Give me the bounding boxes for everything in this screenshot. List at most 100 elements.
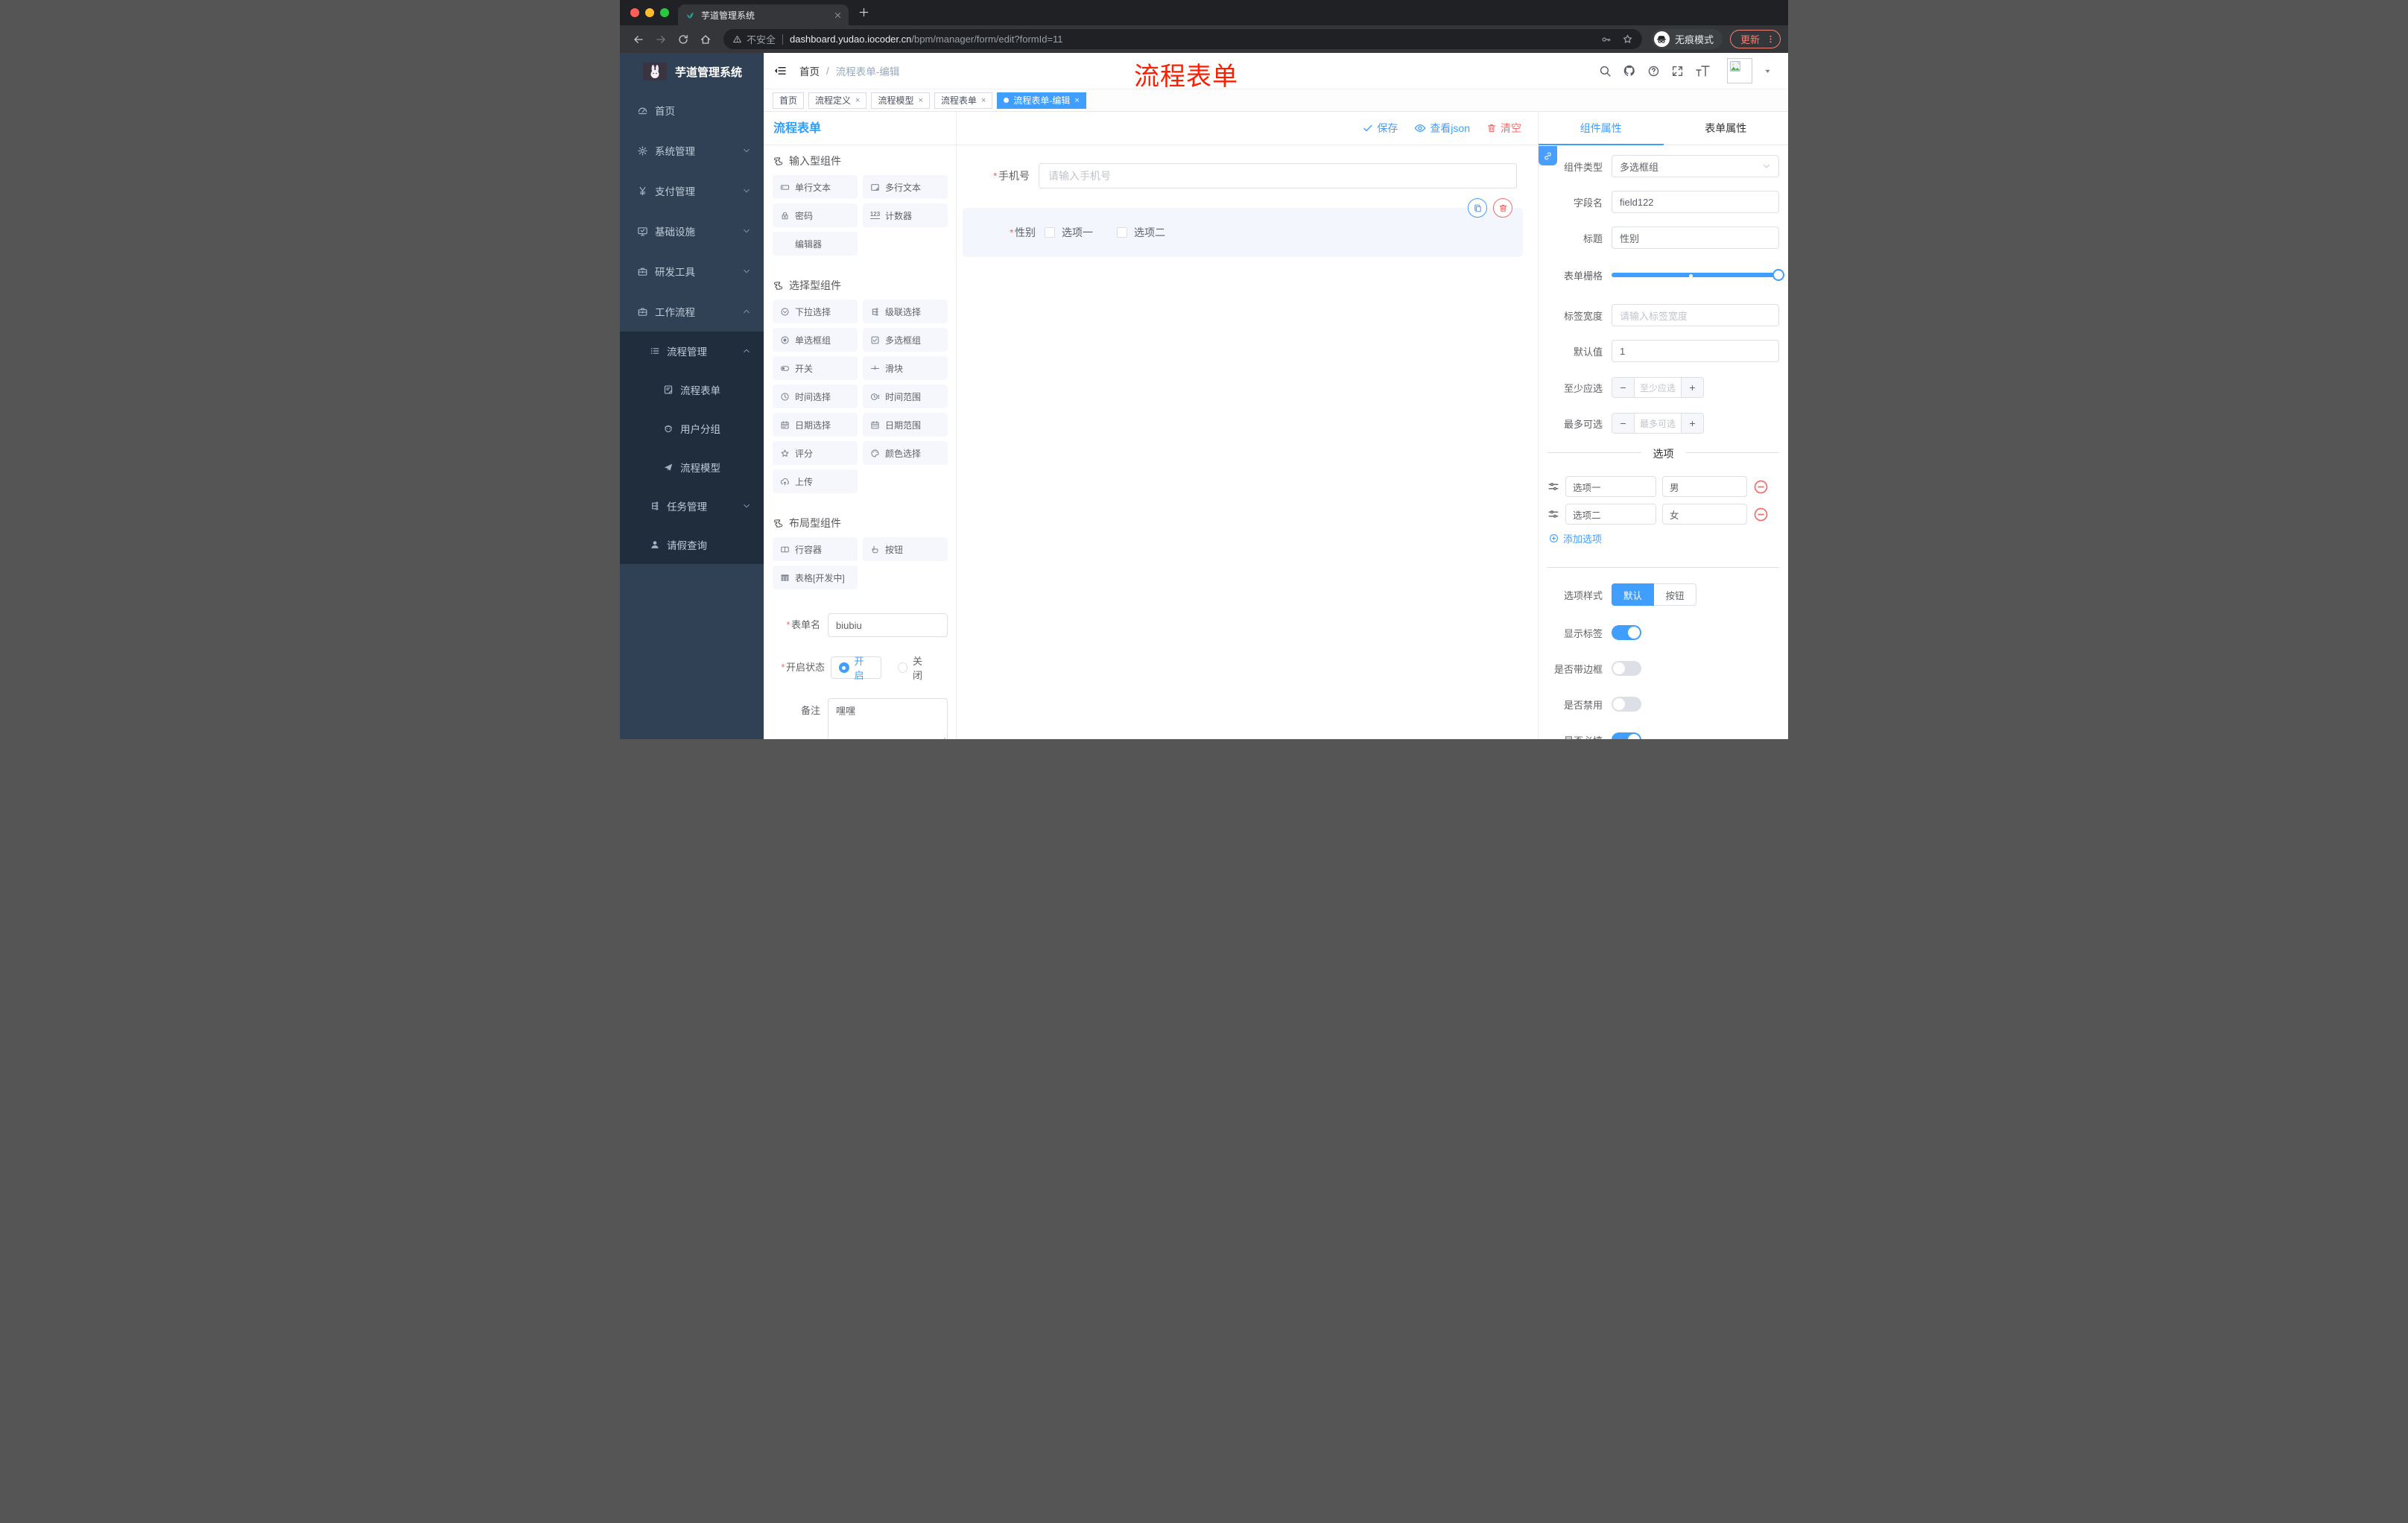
tag-close-icon[interactable]: × (1074, 96, 1079, 105)
font-size-icon[interactable] (1695, 65, 1710, 77)
toggle-是否带边框[interactable] (1612, 661, 1641, 676)
component-type-select[interactable]: 多选框组 (1612, 155, 1779, 177)
phone-field-row[interactable]: * 手机号 请输入手机号 (957, 163, 1538, 189)
tab-close-icon[interactable] (834, 11, 842, 19)
sidebar-item-研发工具[interactable]: 研发工具 (620, 251, 764, 291)
github-icon[interactable] (1623, 64, 1636, 77)
home-icon[interactable] (700, 34, 712, 45)
tab-component-props[interactable]: 组件属性 (1539, 112, 1664, 145)
field-name-input[interactable]: field122 (1612, 191, 1779, 213)
form-name-input[interactable]: biubiu (828, 613, 948, 637)
status-radio-on[interactable]: 开启 (831, 656, 881, 681)
add-option-button[interactable]: 添加选项 (1549, 531, 1779, 545)
option-value-input[interactable]: 女 (1662, 504, 1747, 525)
maximize-window-button[interactable] (660, 8, 669, 17)
stepper-minus-button[interactable]: − (1612, 414, 1635, 433)
phone-input[interactable]: 请输入手机号 (1039, 163, 1517, 189)
selected-component-gender[interactable]: * 性别 选项一 选项二 (963, 198, 1523, 257)
max-select-stepper[interactable]: − 最多可选 + (1612, 413, 1704, 434)
stepper-plus-button[interactable]: + (1681, 378, 1703, 397)
avatar[interactable] (1727, 58, 1752, 83)
palette-item-计数器[interactable]: 123 计数器 (863, 203, 948, 227)
gender-checkbox-选项一[interactable]: 选项一 (1045, 225, 1093, 240)
title-input[interactable]: 性别 (1612, 227, 1779, 249)
tag-流程定义[interactable]: 流程定义 × (808, 92, 867, 109)
min-select-placeholder[interactable]: 至少应选 (1635, 378, 1681, 397)
palette-item-表格[开发中][interactable]: 表格[开发中] (773, 566, 858, 589)
view-json-button[interactable]: 查看json (1414, 121, 1470, 136)
form-grid-slider[interactable] (1612, 264, 1784, 286)
sidebar-item-请假查询[interactable]: 请假查询 (620, 525, 764, 564)
copy-component-button[interactable] (1468, 198, 1487, 218)
palette-item-开关[interactable]: 开关 (773, 356, 858, 380)
option-name-input[interactable]: 选项二 (1565, 504, 1656, 525)
sidebar-item-系统管理[interactable]: 系统管理 (620, 130, 764, 171)
gender-checkbox-选项二[interactable]: 选项二 (1117, 225, 1165, 240)
tag-close-icon[interactable]: × (981, 96, 986, 105)
tag-close-icon[interactable]: × (855, 96, 860, 105)
tag-首页[interactable]: 首页 (773, 92, 805, 109)
sidebar-item-流程模型[interactable]: 流程模型 (620, 448, 764, 487)
palette-item-多行文本[interactable]: 多行文本 (863, 175, 948, 199)
palette-item-编辑器[interactable]: 编辑器 (773, 232, 858, 256)
tab-form-props[interactable]: 表单属性 (1664, 112, 1789, 145)
default-value-input[interactable]: 1 (1612, 340, 1779, 362)
palette-item-行容器[interactable]: 行容器 (773, 537, 858, 561)
stepper-minus-button[interactable]: − (1612, 378, 1635, 397)
minimize-window-button[interactable] (645, 8, 654, 17)
sidebar-item-流程管理[interactable]: 流程管理 (620, 332, 764, 370)
slider-handle[interactable] (1772, 269, 1784, 281)
palette-item-颜色选择[interactable]: 颜色选择 (863, 441, 948, 465)
palette-item-日期范围[interactable]: 日期范围 (863, 413, 948, 437)
sidebar-item-流程表单[interactable]: 流程表单 (620, 370, 764, 409)
max-select-placeholder[interactable]: 最多可选 (1635, 414, 1681, 433)
palette-item-时间范围[interactable]: 时间范围 (863, 384, 948, 408)
bookmark-star-icon[interactable] (1622, 34, 1633, 45)
option-value-input[interactable]: 男 (1662, 476, 1747, 497)
toggle-是否必填[interactable] (1612, 732, 1641, 739)
tag-流程表单-编辑[interactable]: 流程表单-编辑 × (997, 92, 1086, 109)
breadcrumb-home[interactable]: 首页 (799, 63, 820, 78)
search-icon[interactable] (1599, 65, 1612, 77)
form-remark-textarea[interactable]: 嘿嘿 (828, 698, 948, 739)
forward-icon[interactable] (655, 34, 667, 45)
palette-item-按钮[interactable]: 按钮 (863, 537, 948, 561)
sidebar-item-支付管理[interactable]: 支付管理 (620, 171, 764, 211)
delete-component-button[interactable] (1493, 198, 1512, 218)
user-caret-down-icon[interactable] (1764, 67, 1772, 75)
url-bar[interactable]: 不安全 dashboard.yudao.iocoder.cn/bpm/manag… (723, 29, 1642, 49)
close-window-button[interactable] (630, 8, 639, 17)
palette-item-时间选择[interactable]: 时间选择 (773, 384, 858, 408)
slider-track[interactable] (1612, 273, 1784, 277)
help-icon[interactable] (1647, 65, 1660, 77)
palette-item-上传[interactable]: 上传 (773, 469, 858, 493)
field-link-tab[interactable] (1539, 146, 1557, 165)
option-name-input[interactable]: 选项一 (1565, 476, 1656, 497)
fullscreen-icon[interactable] (1671, 65, 1684, 77)
sidebar-item-基础设施[interactable]: 基础设施 (620, 211, 764, 251)
remove-option-button[interactable] (1753, 507, 1769, 522)
palette-item-下拉选择[interactable]: 下拉选择 (773, 300, 858, 323)
update-button[interactable]: 更新 (1729, 30, 1781, 48)
browser-menu-icon[interactable] (1766, 34, 1775, 44)
tag-流程模型[interactable]: 流程模型 × (871, 92, 930, 109)
checkbox-box[interactable] (1045, 227, 1055, 238)
back-icon[interactable] (633, 34, 644, 45)
browser-tab[interactable]: 芋道管理系统 (678, 4, 849, 25)
palette-item-单行文本[interactable]: 单行文本 (773, 175, 858, 199)
sidebar-item-用户分组[interactable]: 用户分组 (620, 409, 764, 448)
toggle-显示标签[interactable] (1612, 625, 1641, 640)
sidebar-item-首页[interactable]: 首页 (620, 90, 764, 130)
palette-item-评分[interactable]: 评分 (773, 441, 858, 465)
palette-item-日期选择[interactable]: 日期选择 (773, 413, 858, 437)
option-drag-handle-icon[interactable] (1547, 508, 1559, 520)
hamburger-icon[interactable] (773, 64, 787, 77)
textarea-resize-handle[interactable] (939, 737, 945, 739)
save-button[interactable]: 保存 (1363, 121, 1398, 136)
password-key-icon[interactable] (1601, 34, 1612, 45)
app-logo-row[interactable]: 芋道管理系统 (620, 53, 764, 90)
sidebar-item-工作流程[interactable]: 工作流程 (620, 291, 764, 332)
option-drag-handle-icon[interactable] (1547, 481, 1559, 493)
status-radio-off[interactable]: 关闭 (897, 653, 932, 682)
palette-item-多选框组[interactable]: 多选框组 (863, 328, 948, 352)
